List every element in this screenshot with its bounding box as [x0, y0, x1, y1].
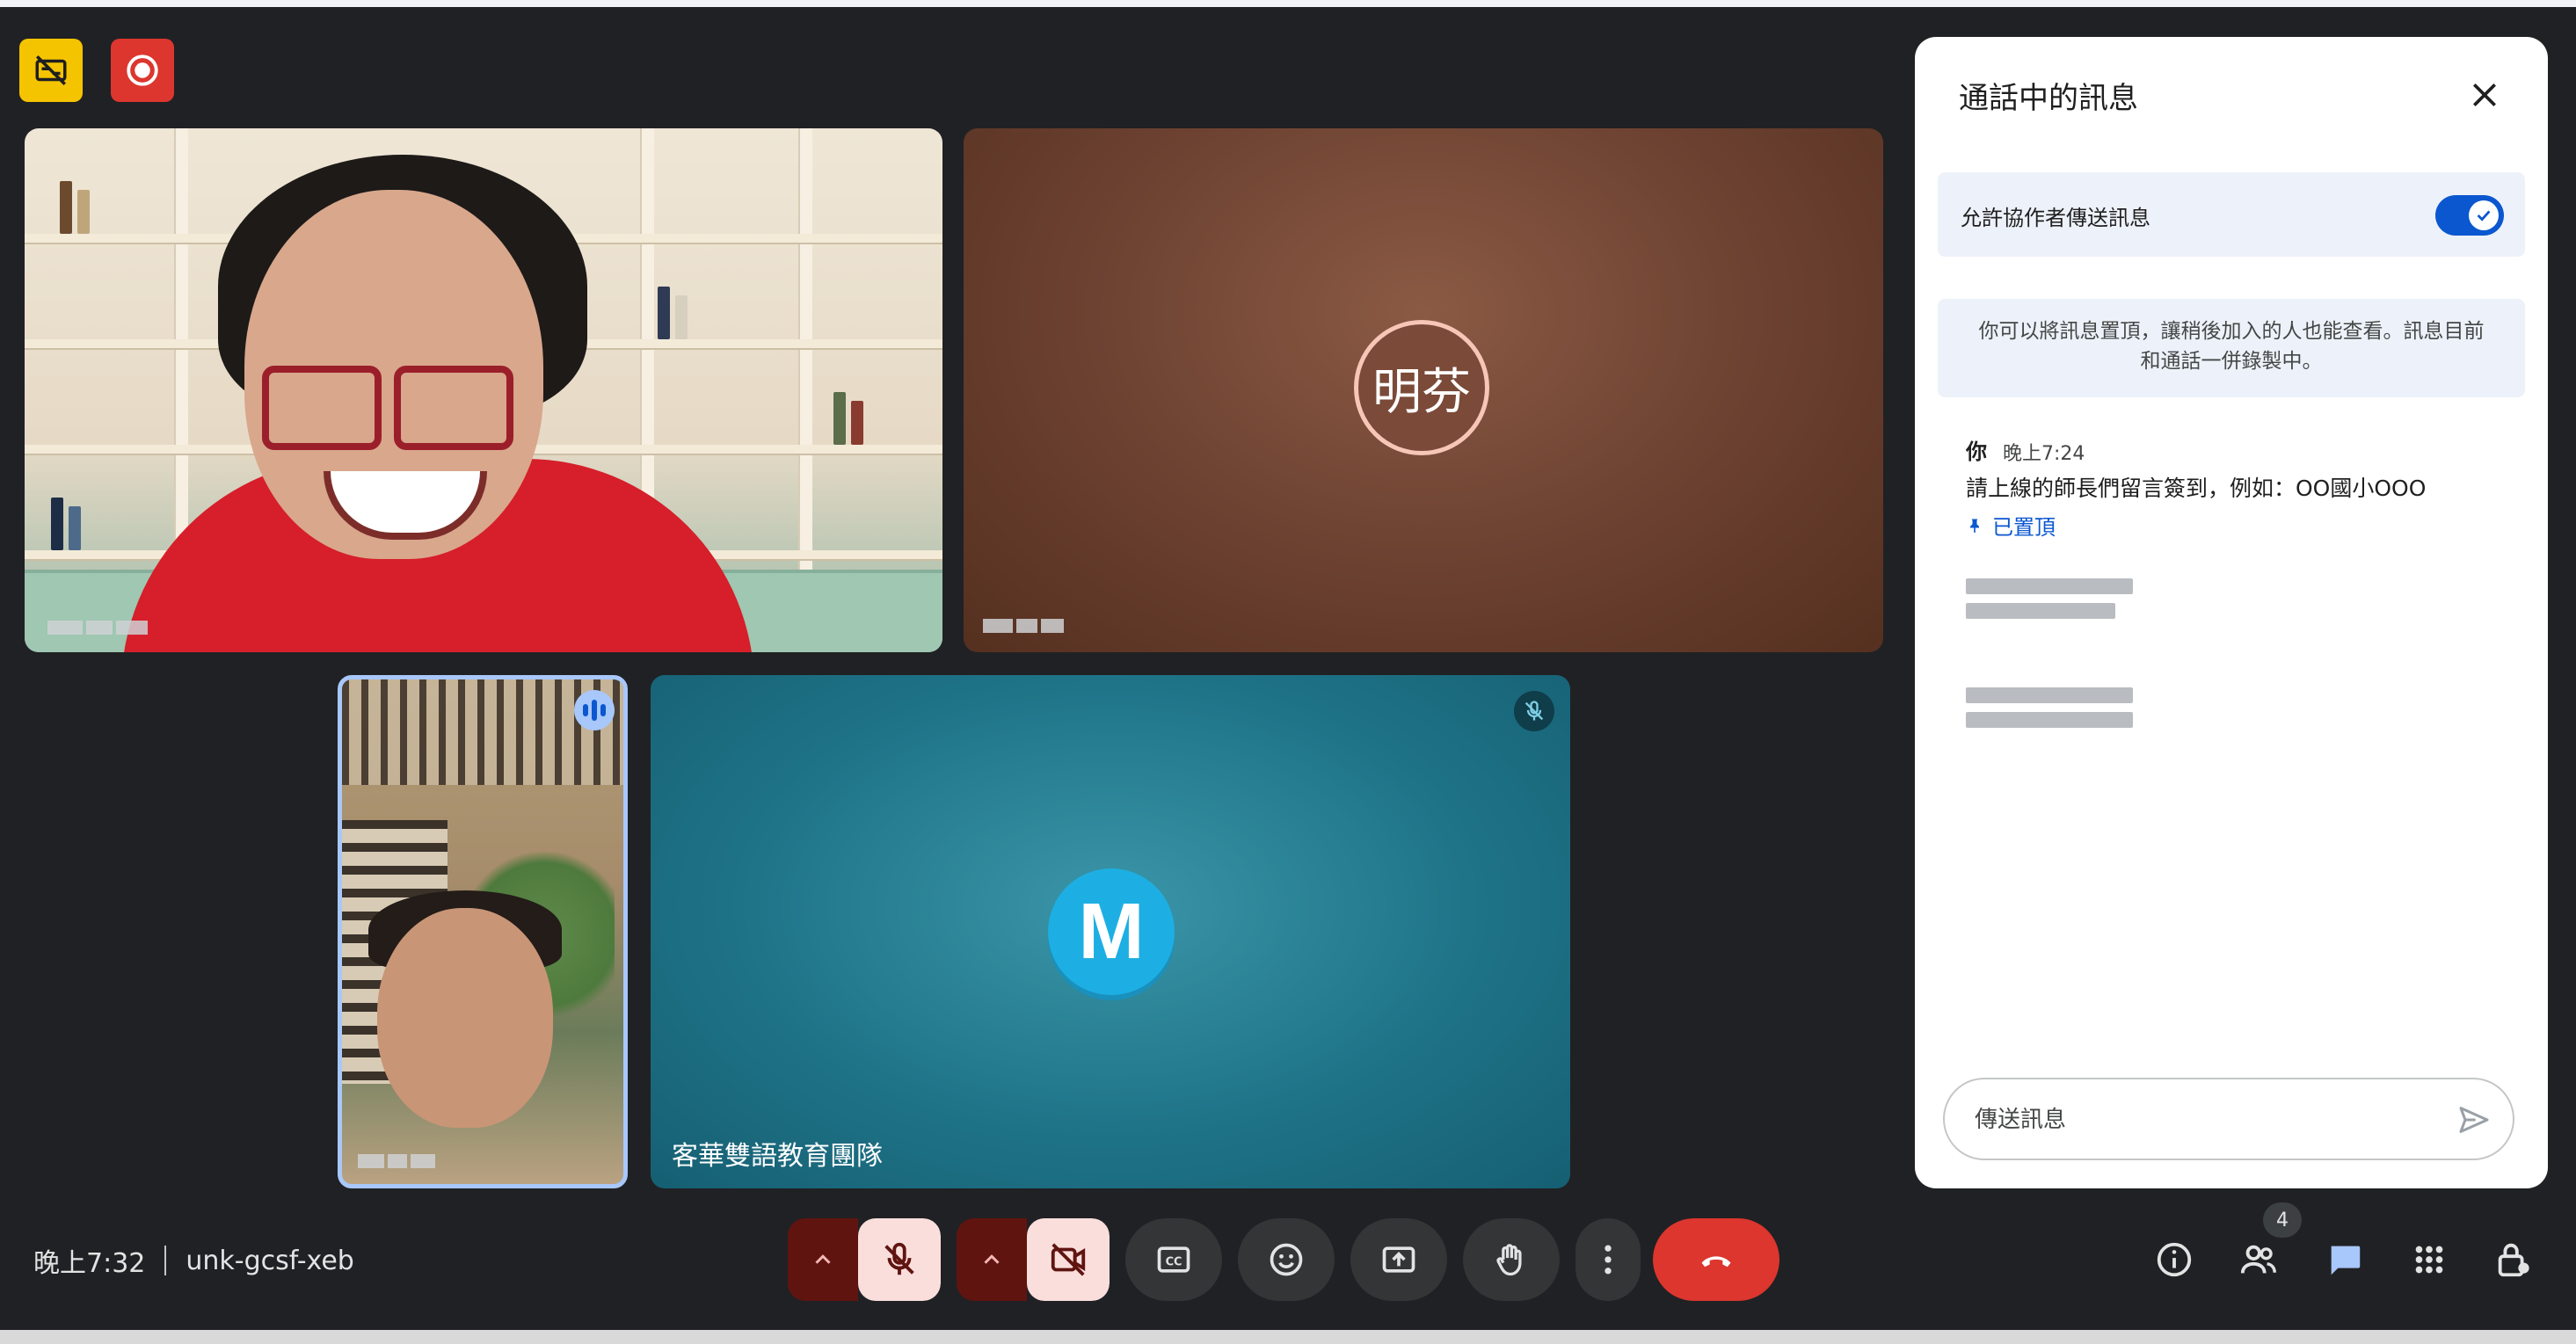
check-icon — [2477, 210, 2491, 222]
hand-icon — [1496, 1244, 1522, 1276]
blurred-participant-name — [47, 621, 148, 635]
mic-off-icon — [1524, 701, 1544, 721]
record-icon — [127, 54, 158, 86]
participant-tile-4[interactable]: M 客華雙語教育團隊 — [651, 675, 1570, 1188]
book — [60, 181, 72, 234]
apps-grid-icon — [2415, 1246, 2443, 1274]
camera-control — [957, 1218, 1110, 1301]
emoji-icon — [1270, 1243, 1303, 1276]
no-captions-icon — [35, 55, 67, 85]
people-button[interactable] — [2230, 1231, 2288, 1289]
blurred-participant-name — [358, 1154, 435, 1168]
book — [69, 506, 81, 550]
book — [51, 498, 63, 550]
allow-messages-row: 允許協作者傳送訊息 — [1938, 172, 2525, 257]
mic-off-icon — [884, 1242, 914, 1275]
toggle-knob — [2469, 200, 2499, 230]
book — [833, 392, 846, 445]
present-screen-icon — [1382, 1246, 1415, 1273]
info-icon — [2157, 1242, 2192, 1277]
muted-indicator — [1514, 691, 1554, 731]
activities-button[interactable] — [2400, 1231, 2458, 1289]
allow-messages-label: 允許協作者傳送訊息 — [1961, 206, 2150, 230]
message-time: 晚上7:24 — [2003, 443, 2085, 465]
pin-icon — [1970, 519, 1979, 533]
book — [77, 190, 90, 234]
more-vert-icon — [1605, 1245, 1612, 1275]
info-text-line-2: 和通話一併錄製中。 — [2140, 350, 2323, 373]
microphone-control — [788, 1218, 941, 1301]
book — [851, 401, 863, 445]
pinned-text: 已置頂 — [1992, 515, 2056, 540]
participant-tile-2[interactable]: 明芬 — [964, 128, 1883, 652]
end-call-icon — [1701, 1256, 1731, 1268]
audio-options-button[interactable] — [788, 1218, 858, 1301]
participant-tile-1[interactable] — [25, 128, 942, 652]
toggle-microphone-button[interactable] — [858, 1218, 941, 1301]
meeting-time: 晚上7:32 — [33, 1248, 146, 1279]
book — [658, 287, 670, 339]
pinned-label[interactable]: 已置頂 — [1966, 510, 2056, 541]
message-input[interactable] — [1973, 1099, 2434, 1141]
reactions-button[interactable] — [1238, 1218, 1335, 1301]
browser-bottom-strip — [0, 1330, 2576, 1344]
participant-name: 客華雙語教育團隊 — [672, 1141, 883, 1172]
closed-captions-icon: CC — [1157, 1246, 1190, 1273]
people-icon — [2240, 1245, 2276, 1274]
svg-text:CC: CC — [1166, 1255, 1182, 1268]
speaking-indicator-icon — [574, 690, 615, 730]
meeting-code[interactable]: unk-gcsf-xeb — [186, 1246, 353, 1276]
participant-face — [377, 908, 553, 1128]
captions-button[interactable]: CC — [1125, 1218, 1222, 1301]
more-options-button[interactable] — [1575, 1218, 1641, 1301]
participant-avatar: 明芬 — [1354, 320, 1489, 455]
chat-button[interactable] — [2316, 1231, 2374, 1289]
recording-indicator[interactable] — [111, 39, 174, 102]
toggle-camera-button[interactable] — [1027, 1218, 1110, 1301]
allow-messages-toggle[interactable] — [2435, 195, 2504, 236]
participant-avatar: M — [1048, 868, 1175, 995]
present-screen-button[interactable] — [1350, 1218, 1447, 1301]
avatar-initials: 明芬 — [1372, 363, 1471, 421]
participant-tile-3[interactable] — [338, 675, 628, 1188]
host-controls-button[interactable] — [2485, 1231, 2543, 1289]
chevron-up-icon — [815, 1254, 831, 1264]
camera-off-icon — [1051, 1243, 1086, 1276]
browser-top-strip — [0, 0, 2576, 7]
close-icon — [2473, 84, 2496, 106]
in-call-messages-panel: 通話中的訊息 允許協作者傳送訊息 你可以將訊息置頂，讓稍後加入的人也能查看。訊息… — [1915, 37, 2548, 1188]
send-icon — [2459, 1107, 2489, 1133]
video-options-button[interactable] — [957, 1218, 1027, 1301]
divider — [164, 1246, 167, 1275]
raise-hand-button[interactable] — [1463, 1218, 1560, 1301]
panel-title: 通話中的訊息 — [1959, 81, 2138, 116]
chat-icon — [2331, 1246, 2361, 1275]
book — [675, 295, 688, 339]
pin-info-box: 你可以將訊息置頂，讓稍後加入的人也能查看。訊息目前 和通話一併錄製中。 — [1938, 299, 2525, 397]
lock-person-icon — [2498, 1243, 2529, 1277]
avatar-initials: M — [1078, 887, 1145, 976]
meeting-details: 晚上7:32 unk-gcsf-xeb — [33, 1241, 354, 1280]
captions-off-indicator[interactable] — [19, 39, 83, 102]
chevron-up-icon — [984, 1254, 1000, 1264]
blurred-message — [1966, 578, 2133, 628]
glasses — [262, 366, 382, 450]
compose-box — [1943, 1078, 2514, 1160]
blurred-message — [1966, 687, 2133, 737]
info-text-line-1: 你可以將訊息置頂，讓稍後加入的人也能查看。訊息目前 — [1978, 320, 2485, 343]
send-button[interactable] — [2453, 1099, 2495, 1141]
meeting-details-button[interactable] — [2145, 1231, 2203, 1289]
leave-call-button[interactable] — [1653, 1218, 1779, 1301]
glasses — [394, 366, 513, 450]
message-author: 你 — [1966, 440, 1987, 464]
message-text[interactable]: 請上線的師長們留言簽到，例如：OO國小OOO — [1966, 471, 2426, 503]
blurred-participant-name — [983, 619, 1064, 633]
close-panel-button[interactable] — [2460, 70, 2509, 120]
